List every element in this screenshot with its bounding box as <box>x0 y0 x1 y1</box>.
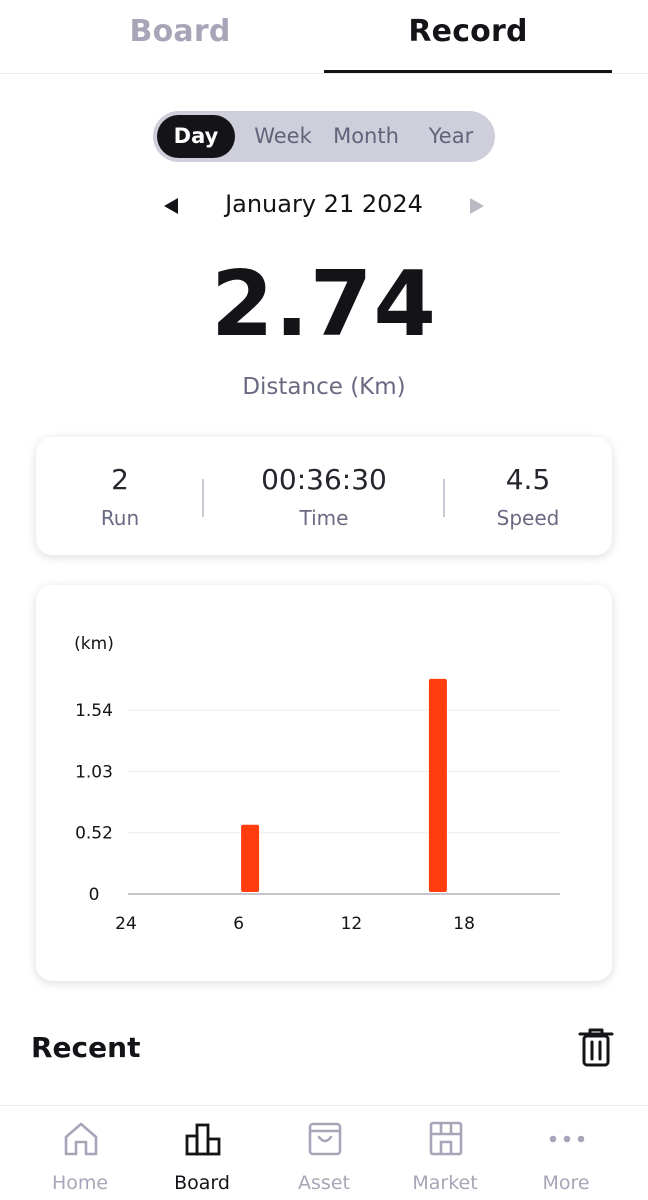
run-label: Run <box>100 506 140 530</box>
period-year-button[interactable]: Year <box>415 115 487 158</box>
speed-stat: 4.5 Speed <box>478 463 578 530</box>
period-week-button[interactable]: Week <box>245 115 321 158</box>
trash-icon[interactable] <box>576 1026 616 1070</box>
y-tick-label: 0 <box>89 885 100 905</box>
time-stat: 00:36:30 Time <box>222 463 426 530</box>
distance-bar-chart: (km) 0 0.52 1.03 1.54 24 6 12 18 <box>74 634 560 934</box>
run-value: 2 <box>111 463 129 496</box>
speed-label: Speed <box>496 506 560 530</box>
distance-chart-card: (km) 0 0.52 1.03 1.54 24 6 12 18 <box>36 585 612 981</box>
nav-market[interactable]: Market <box>385 1106 505 1200</box>
recent-title: Recent <box>31 1031 141 1064</box>
y-axis-label: (km) <box>74 634 114 654</box>
tab-record[interactable]: Record <box>324 14 612 49</box>
period-selector: Day Week Month Year <box>153 111 495 162</box>
chart-bar-2 <box>428 678 447 892</box>
nav-home[interactable]: Home <box>20 1106 140 1200</box>
stat-divider <box>202 479 204 517</box>
x-tick-label: 18 <box>453 914 475 934</box>
top-tab-bar: Board Record <box>0 0 648 74</box>
bottom-nav: Home Board Asset Market More <box>0 1105 648 1200</box>
y-tick-label: 1.54 <box>75 701 113 721</box>
date-label: January 21 2024 <box>225 190 423 218</box>
home-icon <box>64 1122 98 1156</box>
stats-card: 2 Run 00:36:30 Time 4.5 Speed <box>36 437 612 555</box>
y-tick-label: 0.52 <box>75 824 113 844</box>
y-tick-label: 1.03 <box>75 762 113 782</box>
x-tick-label: 24 <box>115 914 137 934</box>
tab-board[interactable]: Board <box>36 14 324 49</box>
x-tick-label: 6 <box>233 914 244 934</box>
x-tick-label: 12 <box>341 914 363 934</box>
nav-asset[interactable]: Asset <box>264 1106 384 1200</box>
bag-icon <box>308 1122 342 1156</box>
period-month-button[interactable]: Month <box>325 115 407 158</box>
bar-chart-icon <box>185 1123 221 1156</box>
distance-value: 2.74 <box>210 252 438 357</box>
run-stat: 2 Run <box>70 463 170 530</box>
nav-home-label: Home <box>51 1172 109 1194</box>
store-icon <box>429 1121 463 1156</box>
speed-value: 4.5 <box>505 463 551 496</box>
distance-label: Distance (Km) <box>242 374 406 400</box>
active-tab-indicator <box>324 70 612 73</box>
chart-bar-1 <box>241 824 260 892</box>
nav-board[interactable]: Board <box>142 1106 262 1200</box>
stat-divider <box>443 479 445 517</box>
time-value: 00:36:30 <box>261 463 387 496</box>
nav-more-label: More <box>542 1172 590 1194</box>
nav-board-label: Board <box>174 1172 230 1194</box>
previous-date-button[interactable] <box>160 191 186 221</box>
more-icon <box>549 1135 585 1143</box>
period-day-button[interactable]: Day <box>157 115 235 158</box>
nav-market-label: Market <box>412 1172 478 1194</box>
next-date-button[interactable] <box>464 191 490 221</box>
nav-asset-label: Asset <box>298 1172 350 1194</box>
nav-more[interactable]: More <box>506 1106 626 1200</box>
time-label: Time <box>299 506 349 530</box>
